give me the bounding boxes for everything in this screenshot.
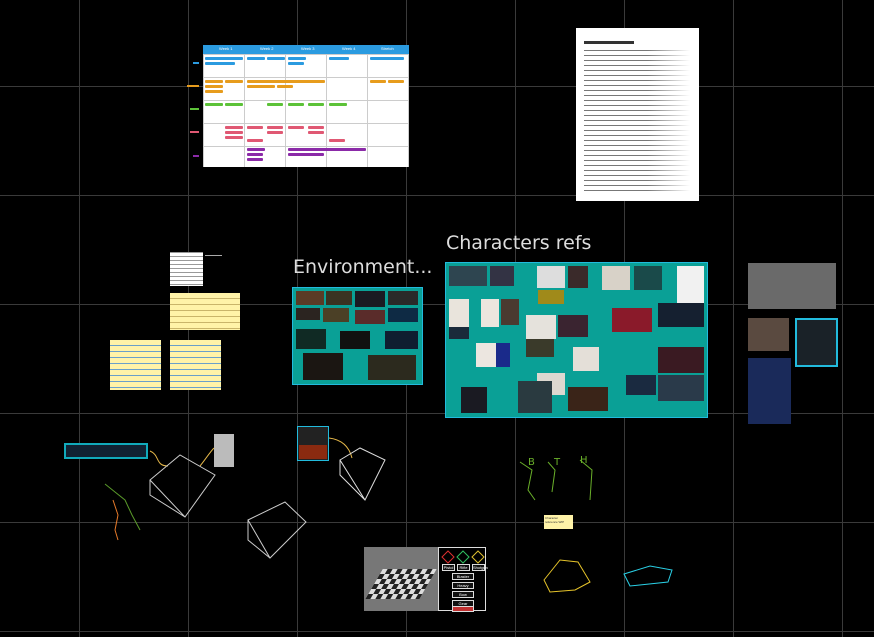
- menu-option-heavy[interactable]: Heavy: [452, 582, 474, 589]
- wire-object: [543, 559, 591, 593]
- connector-line: [149, 450, 169, 467]
- menu-option-pistol[interactable]: Pistol: [442, 564, 455, 571]
- sketch-label-b: B: [528, 457, 535, 468]
- diamond-icons: [441, 550, 485, 564]
- wireframe-cube: [247, 501, 307, 559]
- connector-line: [199, 447, 215, 467]
- menu-option-blaster[interactable]: Blaster: [452, 573, 474, 580]
- sketch-label-t: T: [554, 457, 561, 468]
- small-note-text: Character reference WIP: [545, 516, 565, 524]
- menu-option-extra[interactable]: [452, 606, 474, 612]
- menu-option-bow[interactable]: Bow: [452, 591, 474, 598]
- wireframe-cube: [149, 454, 216, 518]
- menu-option-shotgun[interactable]: Shotgun: [472, 564, 488, 571]
- wire-object: [623, 565, 673, 587]
- character-sketch: [112, 499, 119, 541]
- room-floor: [365, 569, 437, 599]
- sketch-label-h: H: [580, 455, 588, 466]
- small-sticky-note[interactable]: Character reference WIP: [544, 515, 573, 529]
- character-sketch: [104, 483, 141, 531]
- wireframe-cube: [339, 447, 386, 502]
- menu-option-rifle[interactable]: Rifle: [457, 564, 470, 571]
- wireframe-drawings: [104, 437, 673, 593]
- room-render[interactable]: [364, 547, 438, 611]
- weapon-menu-mockup[interactable]: Pistol Rifle Shotgun Blaster Heavy Bow G…: [438, 547, 488, 612]
